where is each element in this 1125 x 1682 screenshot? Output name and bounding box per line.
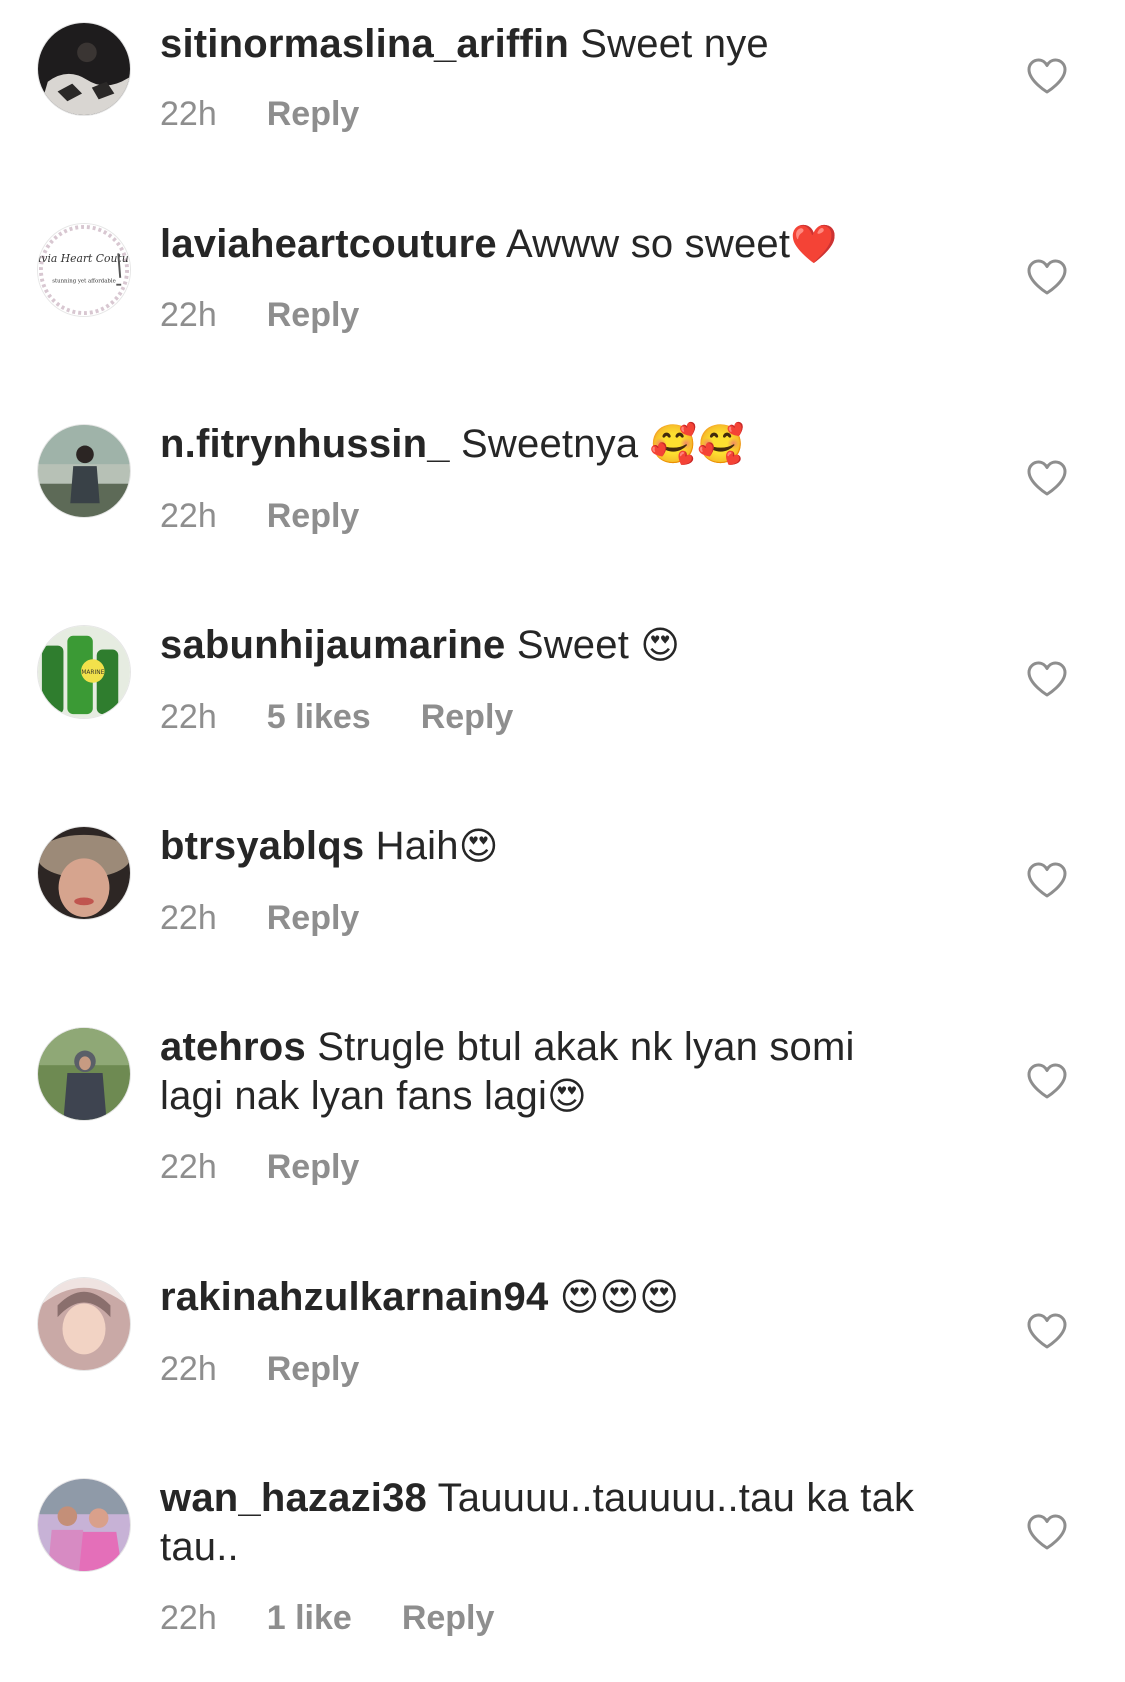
reply-button[interactable]: Reply — [267, 92, 360, 136]
heart-outline-icon[interactable] — [1026, 1312, 1068, 1350]
avatar[interactable] — [37, 1478, 131, 1572]
avatar[interactable] — [37, 1277, 131, 1371]
heart-outline-icon[interactable] — [1026, 1513, 1068, 1551]
comment-meta: 22h Reply — [160, 92, 359, 136]
comment-username[interactable]: sitinormaslina_ariffin — [160, 22, 569, 66]
comment-text: n.fitrynhussin_ Sweetnya 🥰🥰 — [160, 420, 920, 469]
comment-body: Sweet — [516, 623, 641, 667]
comment-username[interactable]: sabunhijaumarine — [160, 623, 506, 667]
comment-time: 22h — [160, 497, 217, 535]
heart-outline-icon[interactable] — [1026, 861, 1068, 899]
comment-time: 22h — [160, 1350, 217, 1388]
comment-time: 22h — [160, 698, 217, 736]
comment-meta: 22h Reply — [160, 1145, 359, 1189]
heart-outline-icon[interactable] — [1026, 57, 1068, 95]
likes-count-button[interactable]: 1 like — [267, 1596, 352, 1640]
reply-button[interactable]: Reply — [267, 1145, 360, 1189]
comment-time: 22h — [160, 95, 217, 133]
comment-time: 22h — [160, 1148, 217, 1186]
reply-button[interactable]: Reply — [267, 1347, 360, 1391]
comment-username[interactable]: wan_hazazi38 — [160, 1476, 427, 1520]
reply-button[interactable]: Reply — [267, 896, 360, 940]
heart-outline-icon[interactable] — [1026, 258, 1068, 296]
comment-text: rakinahzulkarnain94 😍😍😍 — [160, 1273, 920, 1322]
comment-time: 22h — [160, 1599, 217, 1637]
comment-text: atehros Strugle btul akak nk lyan somi l… — [160, 1023, 920, 1121]
avatar[interactable] — [37, 22, 131, 116]
comment-meta: 22h Reply — [160, 494, 359, 538]
reply-button[interactable]: Reply — [267, 293, 360, 337]
avatar[interactable]: MARINE — [37, 625, 131, 719]
comment-emoji: ❤️ — [790, 222, 838, 266]
avatar[interactable] — [37, 1027, 131, 1121]
comment-meta: 22h 1 like Reply — [160, 1596, 494, 1640]
comment-time: 22h — [160, 296, 217, 334]
comment-emoji: 😍😍😍 — [559, 1275, 680, 1319]
avatar-logo-text: Lavia Heart Couture — [38, 252, 130, 265]
avatar[interactable]: Lavia Heart Couture stunning yet afforda… — [37, 223, 131, 317]
comment-emoji: 🥰🥰 — [649, 422, 745, 466]
comment-emoji: 😍 — [458, 824, 499, 868]
comment-username[interactable]: rakinahzulkarnain94 — [160, 1275, 548, 1319]
comment-username[interactable]: n.fitrynhussin_ — [160, 422, 450, 466]
avatar-logo-text: MARINE — [81, 670, 104, 676]
heart-outline-icon[interactable] — [1026, 1062, 1068, 1100]
comment-meta: 22h 5 likes Reply — [160, 695, 513, 739]
comment-username[interactable]: laviaheartcouture — [160, 222, 497, 266]
avatar[interactable] — [37, 826, 131, 920]
comment-text: wan_hazazi38 Tauuuu..tauuuu..tau ka tak … — [160, 1474, 920, 1572]
avatar-logo-subtext: stunning yet affordable — [52, 279, 116, 285]
comment-text: btrsyablqs Haih😍 — [160, 822, 920, 871]
comment-body: Sweet nye — [580, 22, 769, 66]
heart-outline-icon[interactable] — [1026, 459, 1068, 497]
comment-username[interactable]: atehros — [160, 1025, 306, 1069]
comment-emoji: 😍 — [640, 623, 681, 667]
reply-button[interactable]: Reply — [402, 1596, 495, 1640]
comment-body: Awww so sweet — [505, 222, 791, 266]
comment-text: sabunhijaumarine Sweet 😍 — [160, 621, 920, 670]
heart-outline-icon[interactable] — [1026, 660, 1068, 698]
comment-text: sitinormaslina_ariffin Sweet nye — [160, 20, 920, 69]
comment-meta: 22h Reply — [160, 293, 359, 337]
reply-button[interactable]: Reply — [421, 695, 514, 739]
avatar[interactable] — [37, 424, 131, 518]
comment-username[interactable]: btrsyablqs — [160, 824, 364, 868]
likes-count-button[interactable]: 5 likes — [267, 695, 371, 739]
comment-time: 22h — [160, 899, 217, 937]
reply-button[interactable]: Reply — [267, 494, 360, 538]
comment-meta: 22h Reply — [160, 1347, 359, 1391]
comment-body: Haih — [375, 824, 459, 868]
comment-emoji: 😍 — [547, 1074, 587, 1118]
comment-text: laviaheartcouture Awww so sweet❤️ — [160, 220, 920, 269]
comment-body: Sweetnya — [461, 422, 650, 466]
comment-meta: 22h Reply — [160, 896, 359, 940]
